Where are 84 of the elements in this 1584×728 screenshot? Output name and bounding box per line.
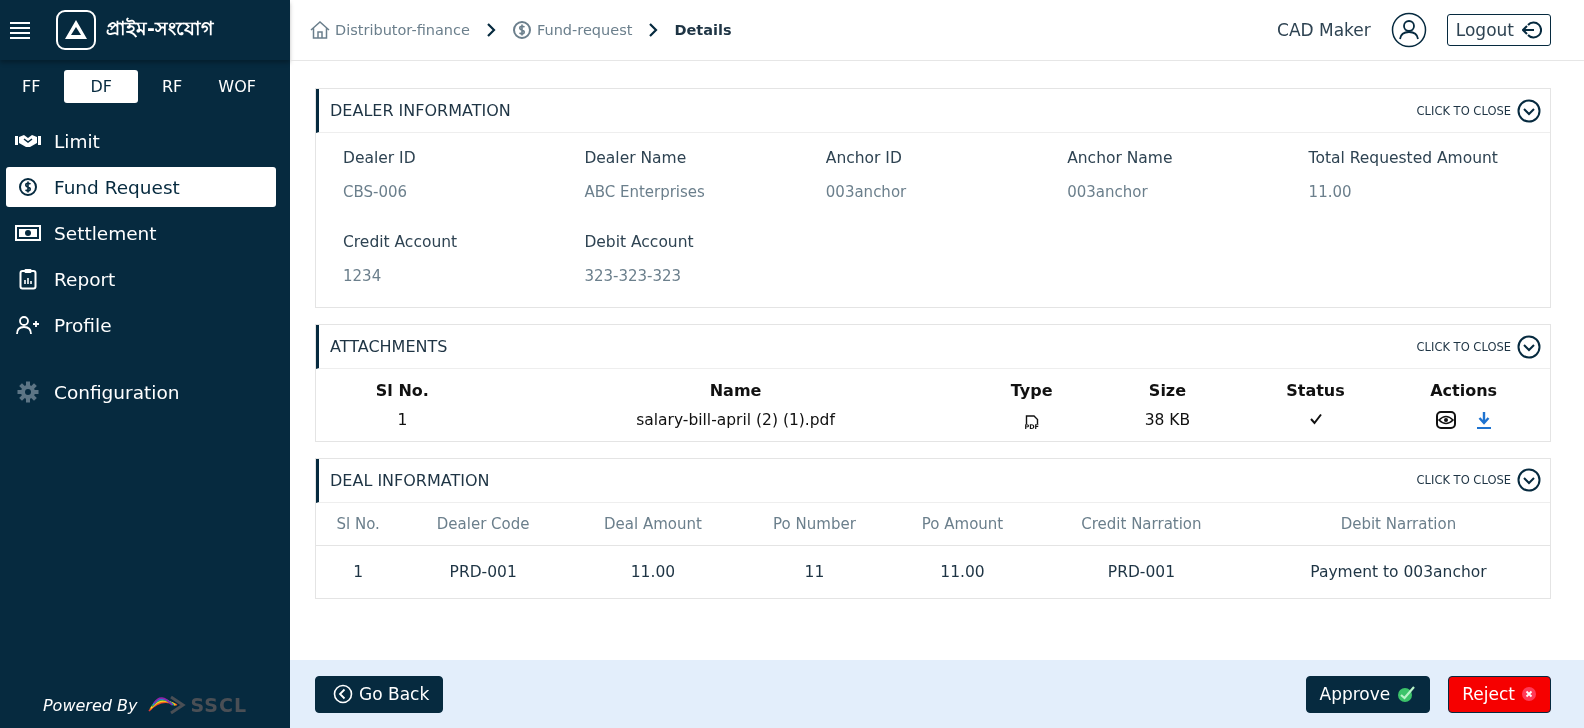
field-label: Anchor ID — [825, 149, 903, 167]
field-label: Dealer Name — [584, 149, 688, 167]
gear-icon — [17, 381, 39, 403]
logout-icon — [1522, 20, 1542, 40]
field-label: Debit Account — [584, 233, 695, 251]
nav-item[interactable]: Settlement — [6, 213, 276, 253]
collapse-toggle[interactable]: CLICK TO CLOSE — [1416, 468, 1541, 492]
user-plus-icon — [16, 315, 40, 335]
section-title: DEALER INFORMATION — [330, 101, 511, 120]
brand-name: প্রাইম-সংযোগ — [106, 16, 213, 41]
section-title: ATTACHMENTS — [330, 337, 448, 356]
column-header: Status — [1285, 380, 1346, 402]
nav-item[interactable]: Configuration — [6, 372, 276, 412]
chevron-right-icon — [648, 23, 659, 37]
product-tab[interactable]: FF — [10, 70, 53, 103]
home-icon — [310, 21, 330, 39]
nav-item[interactable]: Limit — [6, 121, 276, 161]
field-value: 11.00 — [1308, 183, 1353, 201]
table-cell: Payment to 003anchor — [1246, 545, 1550, 598]
chevron-down-circle-icon — [1517, 468, 1541, 492]
table-cell: 1 — [316, 545, 401, 598]
field-value: CBS-006 — [343, 183, 409, 201]
field-label: Dealer ID — [343, 149, 417, 167]
product-tab[interactable]: WOF — [206, 70, 268, 103]
reject-button[interactable]: Reject — [1448, 675, 1551, 713]
field-value: 003anchor — [825, 183, 908, 201]
column-header: Actions — [1429, 380, 1499, 402]
view-icon[interactable] — [1435, 411, 1456, 430]
table-cell: 11.00 — [565, 545, 740, 598]
powered-by-text: Powered By — [42, 695, 138, 715]
field-value: 1234 — [343, 267, 383, 285]
collapse-toggle[interactable]: CLICK TO CLOSE — [1416, 98, 1541, 123]
collapse-toggle[interactable]: CLICK TO CLOSE — [1416, 334, 1541, 359]
user-name: CAD Maker — [1277, 20, 1371, 40]
nav-item[interactable]: Report — [6, 259, 276, 299]
column-header: Deal Amount — [565, 502, 740, 545]
field-label: Credit Account — [343, 233, 459, 251]
table-cell-text: salary-bill-april (2) (1).pdf — [635, 410, 837, 432]
table-cell: PRD-001 — [400, 545, 566, 598]
chevron-right-icon — [485, 23, 496, 37]
banknote-icon — [15, 225, 41, 241]
column-header: Name — [708, 380, 763, 402]
field-value: 323-323-323 — [584, 267, 683, 285]
product-tab[interactable]: RF — [150, 70, 195, 103]
company-logo: SSCL — [147, 694, 248, 716]
field-label: Anchor Name — [1067, 149, 1174, 167]
nav-item[interactable]: Fund Request — [6, 167, 276, 207]
menu-icon[interactable] — [10, 19, 30, 41]
breadcrumb-link[interactable]: Distributor-finance — [335, 22, 470, 38]
logout-button[interactable]: Logout — [1446, 14, 1551, 46]
column-header: Sl No. — [374, 380, 430, 402]
column-header: Sl No. — [316, 502, 401, 545]
approve-button[interactable]: Approve — [1305, 675, 1431, 713]
column-header: Type — [1009, 380, 1054, 402]
column-header: Po Amount — [889, 502, 1036, 545]
handshake-icon — [15, 133, 41, 149]
field-label: Total Requested Amount — [1308, 149, 1499, 167]
user-avatar-icon[interactable] — [1390, 12, 1427, 48]
close-circle-icon — [1521, 686, 1537, 702]
nav-item[interactable]: Profile — [6, 305, 276, 345]
table-cell: 11.00 — [889, 545, 1036, 598]
clipboard-icon — [19, 268, 37, 290]
chevron-down-circle-icon — [1517, 98, 1541, 123]
field-value: ABC Enterprises — [584, 183, 706, 201]
product-tab[interactable]: DF — [64, 70, 138, 103]
breadcrumb-link[interactable]: Fund-request — [536, 22, 633, 38]
column-header: Credit Narration — [1036, 502, 1247, 545]
dollar-circle-icon — [18, 177, 38, 197]
table-cell: 11 — [739, 545, 890, 598]
download-icon[interactable] — [1475, 411, 1492, 430]
check-circle-icon — [1396, 685, 1417, 703]
column-header: Size — [1147, 380, 1188, 402]
logo-icon — [56, 10, 96, 50]
field-value: 003anchor — [1067, 183, 1149, 201]
column-header: Po Number — [739, 502, 890, 545]
column-header: Dealer Code — [400, 502, 566, 545]
go-back-button[interactable]: Go Back — [315, 675, 444, 713]
chevron-down-circle-icon — [1517, 334, 1541, 359]
table-cell-text: 38 KB — [1143, 410, 1192, 432]
table-cell: PRD-001 — [1036, 545, 1247, 598]
dollar-circle-icon — [511, 20, 532, 40]
table-cell-text: 1 — [396, 410, 409, 432]
section-title: DEAL INFORMATION — [330, 470, 490, 490]
column-header: Debit Narration — [1246, 502, 1550, 545]
